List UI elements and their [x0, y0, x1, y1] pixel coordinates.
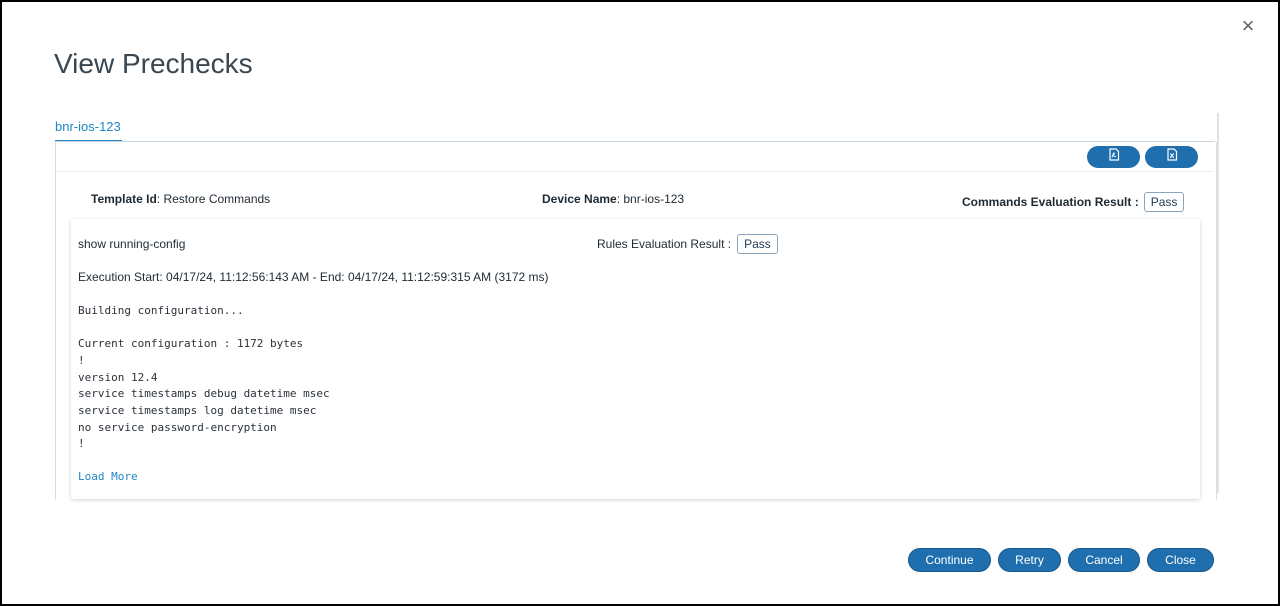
rules-result-label: Rules Evaluation Result : [597, 237, 732, 251]
export-pdf-button[interactable] [1087, 146, 1140, 168]
output-line: ! [78, 354, 85, 367]
output-line: service timestamps log datetime msec [78, 404, 317, 417]
output-line: no service password-encryption [78, 421, 277, 434]
excel-export-icon [1166, 148, 1178, 166]
commands-result-badge: Pass [1143, 192, 1185, 212]
output-line: Current configuration : 1172 bytes [78, 337, 304, 350]
export-excel-button[interactable] [1145, 146, 1198, 168]
retry-button[interactable]: Retry [998, 548, 1061, 572]
load-more-link[interactable]: Load More [78, 470, 138, 483]
output-line: version 12.4 [78, 371, 158, 384]
rules-result-badge: Pass [737, 234, 778, 254]
close-icon[interactable]: × [1238, 15, 1258, 37]
device-name-value: : bnr-ios-123 [616, 192, 685, 206]
rules-evaluation-result: Rules Evaluation Result : Pass [597, 234, 778, 254]
command-card [71, 219, 1200, 499]
toolbar-divider [56, 171, 1214, 172]
cancel-button[interactable]: Cancel [1068, 548, 1140, 572]
device-name-label: Device Name [542, 192, 617, 206]
commands-result-label: Commands Evaluation Result : [962, 195, 1139, 209]
template-id-label: Template Id [91, 192, 157, 206]
commands-evaluation-result: Commands Evaluation Result : Pass [962, 192, 1185, 212]
pdf-export-icon [1108, 148, 1120, 166]
execution-time: Execution Start: 04/17/24, 11:12:56:143 … [78, 270, 549, 284]
command-name: show running-config [78, 237, 186, 251]
output-line: ! [78, 437, 85, 450]
output-line: Building configuration... [78, 304, 244, 317]
template-id-value: : Restore Commands [156, 192, 271, 206]
panel-scrollbar[interactable] [1217, 113, 1219, 493]
close-button[interactable]: Close [1147, 548, 1214, 572]
tab-device[interactable]: bnr-ios-123 [55, 119, 122, 143]
device-name: Device Name: bnr-ios-123 [542, 192, 684, 206]
dialog-title: View Prechecks [54, 48, 253, 79]
output-line: service timestamps debug datetime msec [78, 387, 330, 400]
continue-button[interactable]: Continue [908, 548, 991, 572]
template-id: Template Id: Restore Commands [91, 192, 270, 206]
